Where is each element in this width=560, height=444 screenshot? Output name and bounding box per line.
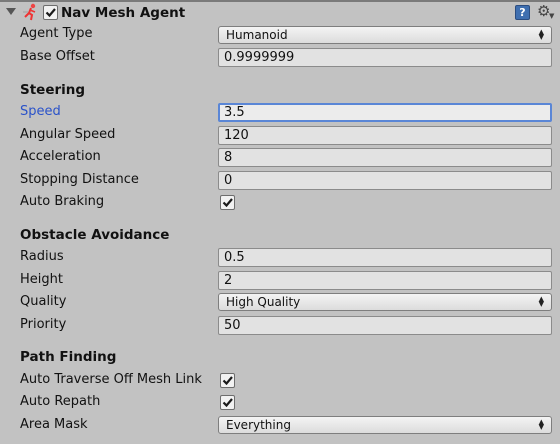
nav-mesh-agent-inspector: Nav Mesh Agent ? ⚙ ▼ Agent Type Humanoid… — [0, 0, 560, 444]
stopping-distance-label: Stopping Distance — [20, 172, 139, 187]
dropdown-arrows-icon: ▲ ▼ — [538, 28, 544, 41]
obstacle-avoidance-heading: Obstacle Avoidance — [20, 227, 170, 243]
steering-heading: Steering — [20, 82, 86, 98]
height-label: Height — [20, 272, 63, 287]
component-enabled-checkbox[interactable] — [43, 5, 58, 20]
divider — [0, 0, 560, 2]
radius-field[interactable]: 0.5 — [218, 248, 552, 267]
dropdown-arrows-icon: ▲ ▼ — [538, 418, 544, 431]
quality-dropdown[interactable]: High Quality ▲ ▼ — [218, 293, 552, 311]
help-icon[interactable]: ? — [515, 5, 530, 20]
auto-repath-checkbox[interactable] — [220, 395, 235, 410]
priority-label: Priority — [20, 317, 67, 332]
auto-repath-label: Auto Repath — [20, 394, 101, 409]
speed-label: Speed — [20, 104, 61, 119]
gear-dropdown-caret-icon: ▼ — [549, 12, 555, 20]
agent-type-dropdown[interactable]: Humanoid ▲ ▼ — [218, 26, 552, 44]
acceleration-label: Acceleration — [20, 149, 101, 164]
agent-type-value: Humanoid — [226, 28, 288, 42]
area-mask-label: Area Mask — [20, 417, 88, 432]
base-offset-label: Base Offset — [20, 49, 95, 64]
angular-speed-field[interactable]: 120 — [218, 126, 552, 145]
speed-field[interactable]: 3.5 — [218, 103, 552, 122]
height-field[interactable]: 2 — [218, 271, 552, 290]
component-title: Nav Mesh Agent — [61, 5, 186, 21]
auto-traverse-checkbox[interactable] — [220, 373, 235, 388]
area-mask-value: Everything — [226, 418, 291, 432]
stopping-distance-field[interactable]: 0 — [218, 171, 552, 190]
auto-traverse-label: Auto Traverse Off Mesh Link — [20, 372, 202, 387]
auto-braking-label: Auto Braking — [20, 194, 105, 209]
base-offset-field[interactable]: 0.9999999 — [218, 48, 552, 67]
priority-field[interactable]: 50 — [218, 316, 552, 335]
quality-label: Quality — [20, 294, 67, 309]
area-mask-dropdown[interactable]: Everything ▲ ▼ — [218, 416, 552, 434]
quality-value: High Quality — [226, 295, 301, 309]
path-finding-heading: Path Finding — [20, 349, 117, 365]
dropdown-arrows-icon: ▲ ▼ — [538, 295, 544, 308]
nav-mesh-agent-icon — [22, 3, 38, 21]
radius-label: Radius — [20, 249, 64, 264]
auto-braking-checkbox[interactable] — [220, 195, 235, 210]
component-header[interactable]: Nav Mesh Agent ? ⚙ ▼ — [0, 2, 560, 25]
agent-type-label: Agent Type — [20, 26, 93, 41]
acceleration-field[interactable]: 8 — [218, 148, 552, 167]
foldout-arrow-icon[interactable] — [6, 8, 16, 15]
angular-speed-label: Angular Speed — [20, 127, 116, 142]
